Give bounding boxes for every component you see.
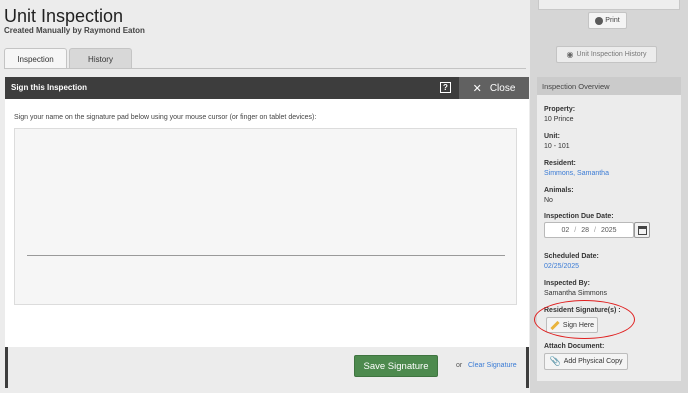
due-day: 28 bbox=[581, 226, 589, 234]
close-label: Close bbox=[489, 82, 516, 94]
signature-pad[interactable] bbox=[14, 128, 517, 305]
inspected-by-label: Inspected By: bbox=[544, 280, 590, 287]
help-button[interactable]: ? bbox=[440, 82, 451, 93]
modal-header: Sign this Inspection ? ✕ Close bbox=[5, 77, 529, 99]
scheduled-date-link[interactable]: 02/25/2025 bbox=[544, 263, 579, 270]
property-value: 10 Prince bbox=[544, 116, 574, 123]
due-year: 2025 bbox=[600, 226, 617, 234]
save-signature-button[interactable]: Save Signature bbox=[354, 355, 438, 377]
due-month: 02 bbox=[561, 226, 570, 234]
signature-instructions: Sign your name on the signature pad belo… bbox=[14, 114, 317, 121]
add-physical-copy-label: Add Physical Copy bbox=[563, 358, 623, 365]
close-icon: ✕ bbox=[472, 82, 482, 95]
unit-value: 10 - 101 bbox=[544, 143, 570, 150]
scheduled-date-label: Scheduled Date: bbox=[544, 253, 599, 260]
page-subtitle: Created Manually by Raymond Eaton bbox=[4, 26, 145, 35]
close-button[interactable]: ✕ Close bbox=[459, 77, 529, 99]
inspected-by-value: Samantha Simmons bbox=[544, 290, 608, 297]
sidebar-top-box bbox=[538, 0, 680, 10]
eye-icon: ◉ bbox=[566, 50, 574, 59]
add-physical-copy-button[interactable]: 📎 Add Physical Copy bbox=[544, 353, 628, 370]
unit-label: Unit: bbox=[544, 133, 560, 140]
history-label: Unit Inspection History bbox=[576, 51, 647, 58]
print-button[interactable]: Print bbox=[588, 12, 627, 29]
modal-title: Sign this Inspection bbox=[11, 83, 88, 92]
print-icon bbox=[595, 16, 604, 25]
due-date-input[interactable]: 02 / 28 / 2025 bbox=[544, 222, 634, 238]
highlight-ellipse bbox=[534, 300, 635, 339]
clear-signature-link[interactable]: Clear Signature bbox=[468, 362, 517, 369]
resident-link[interactable]: Simmons, Samantha bbox=[544, 170, 609, 177]
overview-header: Inspection Overview bbox=[537, 77, 681, 95]
print-label: Print bbox=[605, 17, 620, 24]
calendar-button[interactable] bbox=[634, 222, 650, 238]
unit-inspection-history-button[interactable]: ◉ Unit Inspection History bbox=[556, 46, 657, 63]
help-icon: ? bbox=[443, 83, 448, 92]
attach-document-label: Attach Document: bbox=[544, 343, 605, 350]
main-panel: Unit Inspection Created Manually by Raym… bbox=[0, 0, 530, 393]
signature-line bbox=[27, 255, 505, 256]
page-title: Unit Inspection bbox=[4, 6, 124, 26]
property-label: Property: bbox=[544, 106, 576, 113]
paperclip-icon: 📎 bbox=[549, 356, 561, 366]
due-date-label: Inspection Due Date: bbox=[544, 213, 614, 220]
sign-inspection-modal: Sign this Inspection ? ✕ Close Sign your… bbox=[5, 77, 529, 388]
animals-label: Animals: bbox=[544, 187, 574, 194]
date-separator: / bbox=[594, 226, 596, 234]
tab-inspection[interactable]: Inspection bbox=[4, 48, 67, 69]
tab-divider bbox=[4, 68, 526, 69]
or-text: or bbox=[456, 362, 463, 369]
tab-history[interactable]: History bbox=[69, 48, 132, 69]
inspection-overview: Property: 10 Prince Unit: 10 - 101 Resid… bbox=[537, 95, 681, 381]
calendar-icon bbox=[637, 225, 647, 235]
modal-footer: Save Signature or Clear Signature bbox=[5, 347, 529, 388]
animals-value: No bbox=[544, 197, 553, 204]
date-separator: / bbox=[574, 226, 577, 234]
resident-label: Resident: bbox=[544, 160, 576, 167]
